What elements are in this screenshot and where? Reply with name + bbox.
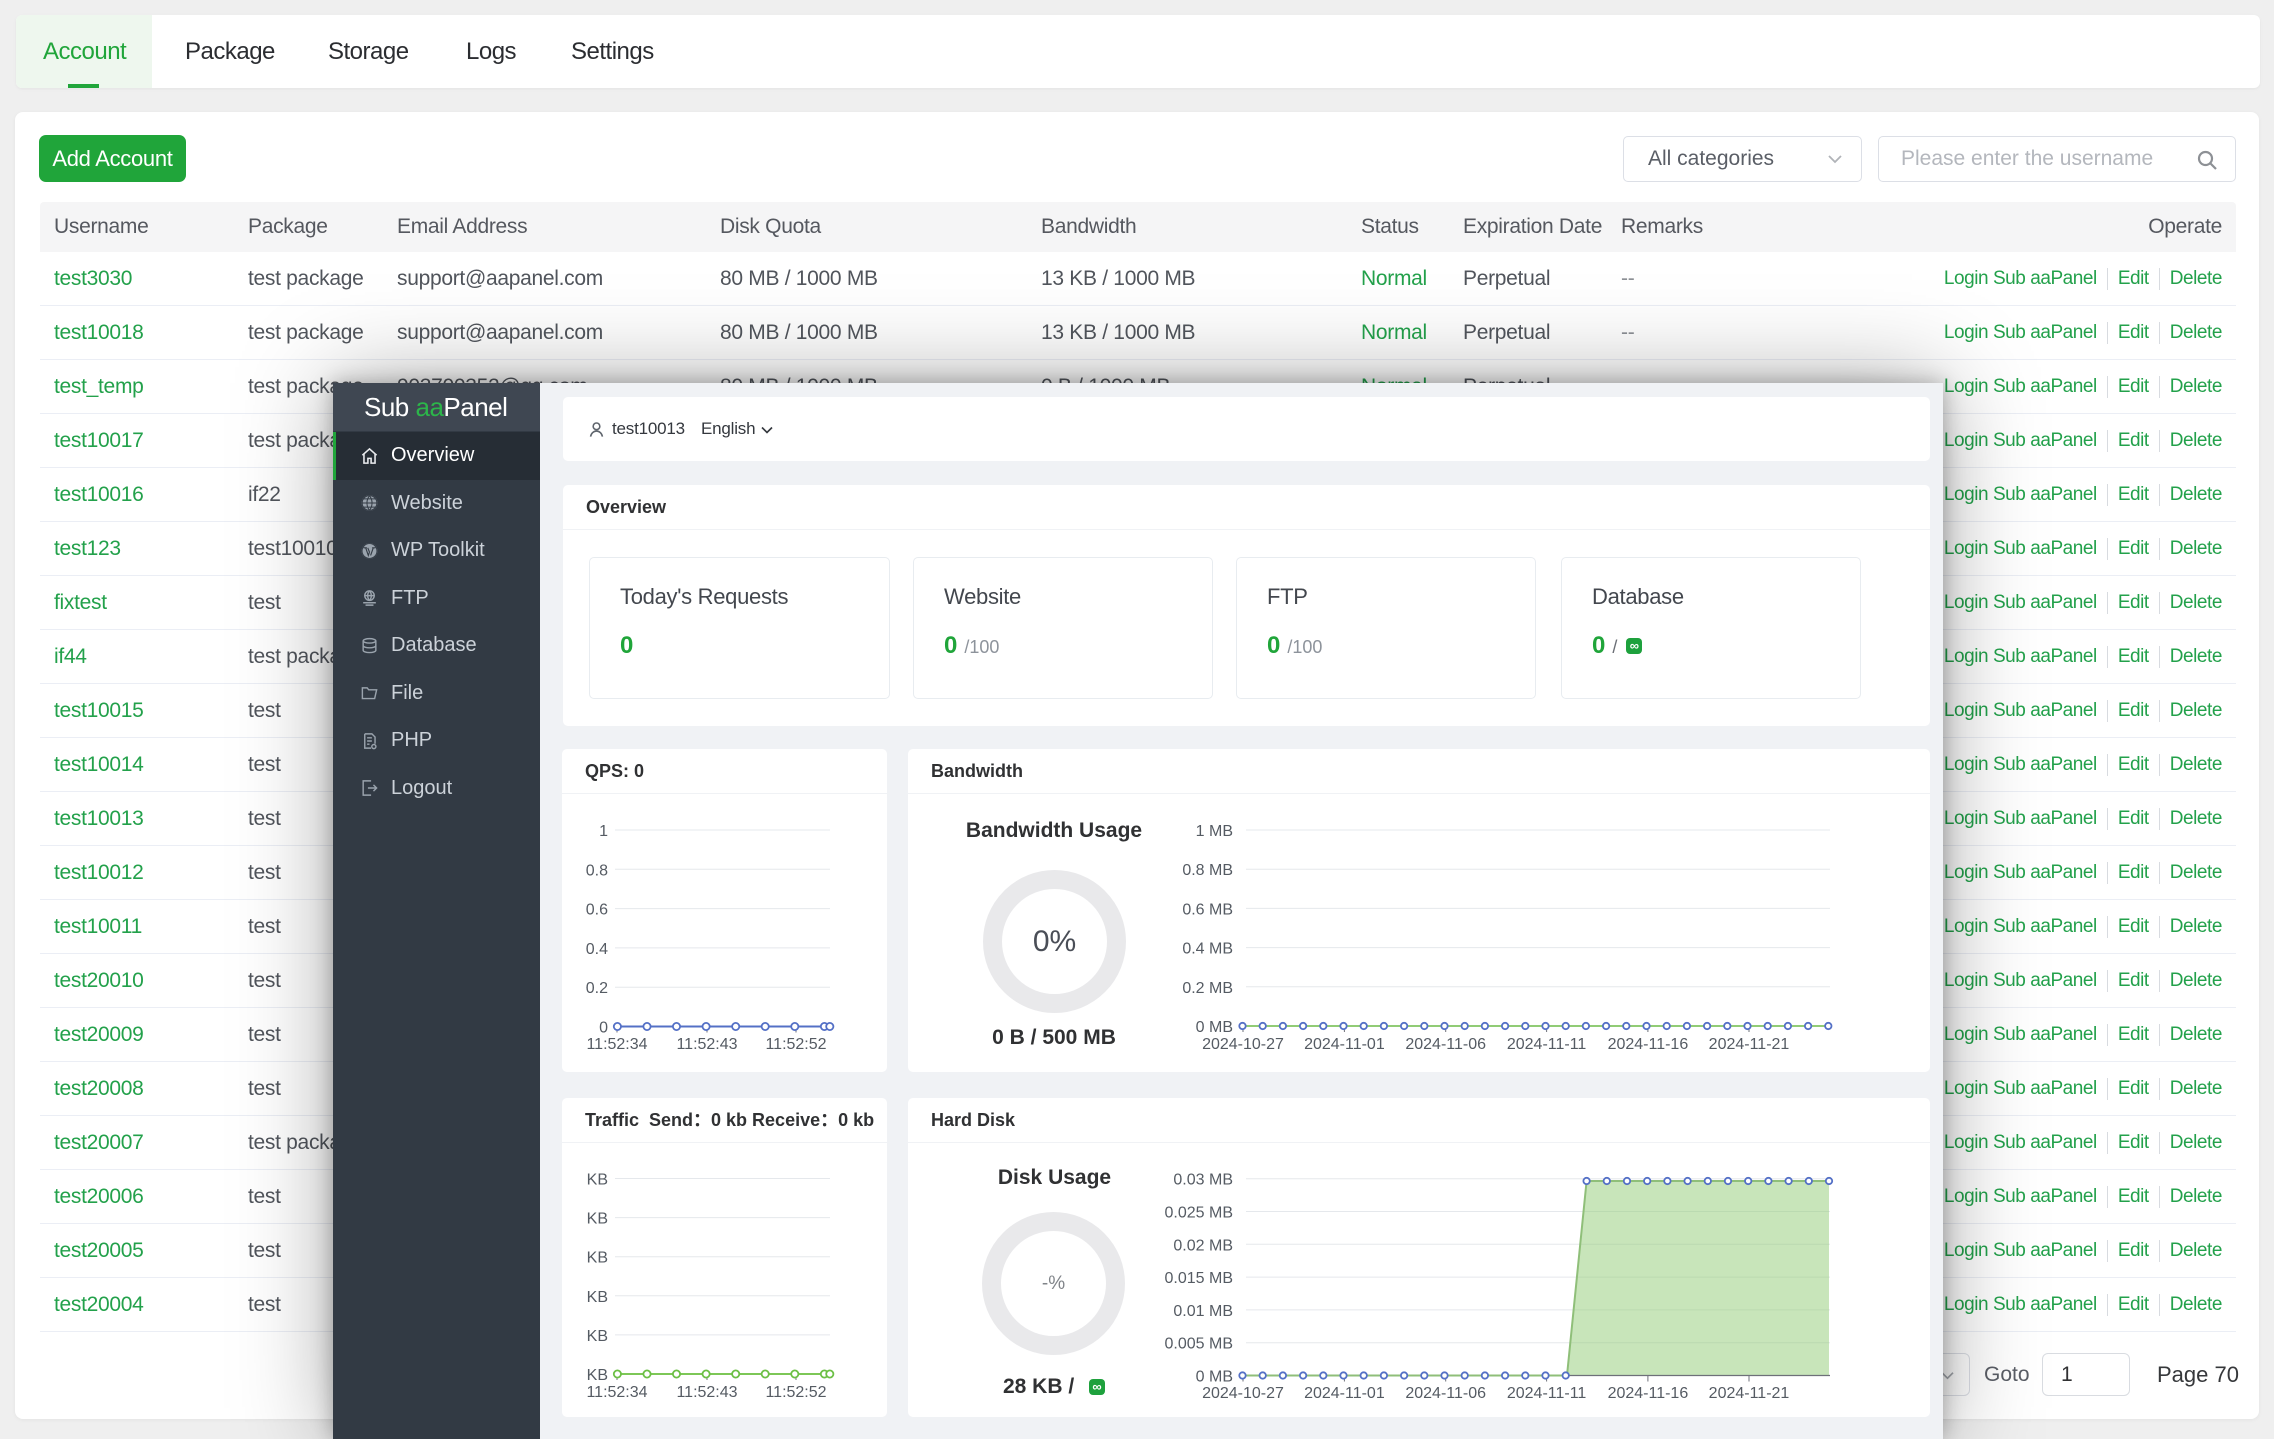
svg-text:0 MB: 0 MB	[1196, 1019, 1233, 1036]
svg-text:0.015 MB: 0.015 MB	[1165, 1270, 1233, 1287]
svg-text:0.8: 0.8	[586, 862, 608, 879]
svg-text:2024-11-06: 2024-11-06	[1405, 1036, 1486, 1053]
svg-text:11:52:43: 11:52:43	[676, 1384, 737, 1401]
svg-text:0.4 MB: 0.4 MB	[1182, 941, 1233, 958]
svg-text:2024-11-11: 2024-11-11	[1507, 1036, 1587, 1053]
svg-text:0.2: 0.2	[586, 980, 608, 997]
svg-text:0 MB: 0 MB	[1196, 1369, 1233, 1386]
svg-text:2024-11-21: 2024-11-21	[1709, 1385, 1790, 1402]
svg-text:2024-11-11: 2024-11-11	[1507, 1385, 1587, 1402]
svg-text:2024-11-16: 2024-11-16	[1608, 1385, 1689, 1402]
svg-text:0.01 MB: 0.01 MB	[1173, 1303, 1233, 1320]
svg-text:0.03 MB: 0.03 MB	[1173, 1172, 1233, 1189]
svg-text:11:52:52: 11:52:52	[765, 1036, 826, 1053]
svg-text:1 MB: 1 MB	[1196, 823, 1233, 840]
svg-text:0.2 MB: 0.2 MB	[1182, 980, 1233, 997]
svg-text:KB: KB	[587, 1172, 608, 1189]
svg-text:KB: KB	[587, 1367, 608, 1384]
svg-text:KB: KB	[587, 1250, 608, 1267]
svg-text:0: 0	[599, 1020, 608, 1037]
svg-text:2024-10-27: 2024-10-27	[1202, 1385, 1284, 1402]
svg-text:2024-10-27: 2024-10-27	[1202, 1036, 1284, 1053]
svg-text:11:52:34: 11:52:34	[586, 1036, 647, 1053]
svg-text:11:52:43: 11:52:43	[676, 1036, 737, 1053]
svg-text:KB: KB	[587, 1211, 608, 1228]
svg-text:0.025 MB: 0.025 MB	[1165, 1205, 1233, 1222]
svg-text:11:52:52: 11:52:52	[765, 1384, 826, 1401]
svg-text:0.02 MB: 0.02 MB	[1173, 1237, 1233, 1254]
svg-text:2024-11-01: 2024-11-01	[1304, 1385, 1385, 1402]
svg-text:0.005 MB: 0.005 MB	[1165, 1336, 1233, 1353]
svg-text:1: 1	[599, 823, 608, 840]
svg-text:2024-11-21: 2024-11-21	[1709, 1036, 1790, 1053]
svg-text:KB: KB	[587, 1289, 608, 1306]
svg-text:2024-11-16: 2024-11-16	[1608, 1036, 1689, 1053]
svg-text:0.6 MB: 0.6 MB	[1182, 901, 1233, 918]
svg-text:0.6: 0.6	[586, 902, 608, 919]
svg-text:0.8 MB: 0.8 MB	[1182, 862, 1233, 879]
svg-text:KB: KB	[587, 1328, 608, 1345]
svg-text:11:52:34: 11:52:34	[586, 1384, 647, 1401]
svg-text:0.4: 0.4	[586, 941, 608, 958]
svg-text:2024-11-01: 2024-11-01	[1304, 1036, 1385, 1053]
svg-text:2024-11-06: 2024-11-06	[1405, 1385, 1486, 1402]
